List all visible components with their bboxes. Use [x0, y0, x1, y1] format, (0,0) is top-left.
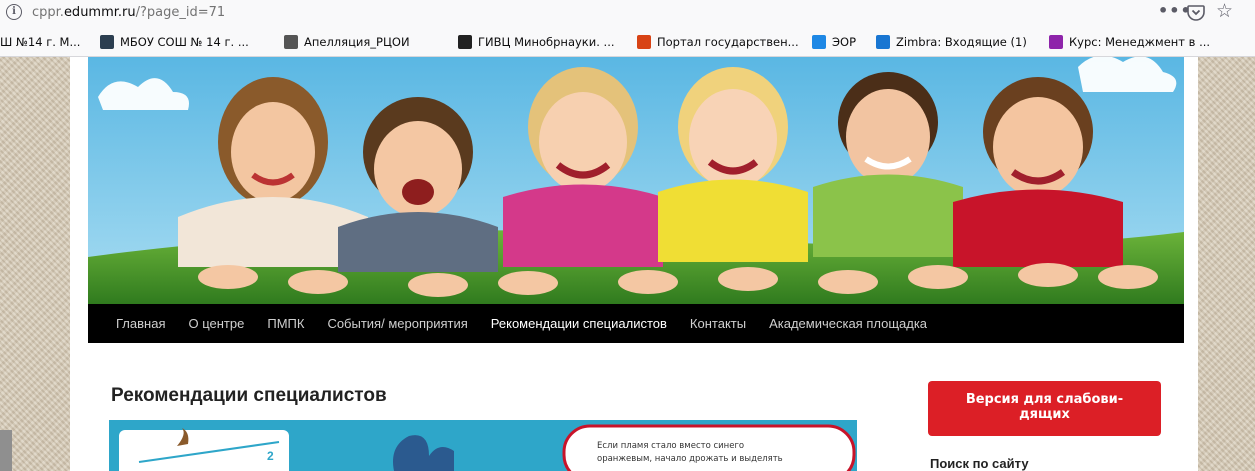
star-icon[interactable]: ☆: [1216, 0, 1233, 22]
page-title: Рекомендации специалистов: [111, 385, 387, 406]
nav-item[interactable]: ПМПК: [267, 304, 304, 343]
left-edge-strip: [0, 430, 12, 471]
page-container: Главная О центре ПМПК События/ мероприятия Р…: [70, 57, 1198, 471]
bookmark-label: Zimbra: Входящие (1): [896, 35, 1027, 49]
nav-item[interactable]: Контакты: [690, 304, 746, 343]
bookmark-item[interactable]: МБОУ СОШ № 14 г. ...: [100, 33, 249, 51]
globe-icon: [284, 35, 298, 49]
nav-item[interactable]: События/ мероприятия: [327, 304, 467, 343]
nav-item[interactable]: О центре: [188, 304, 244, 343]
bookmark-label: МБОУ СОШ № 14 г. ...: [120, 35, 249, 49]
nav-item[interactable]: Главная: [116, 304, 165, 343]
info-icon[interactable]: i: [6, 4, 22, 20]
bookmarks-toolbar: Ш №14 г. М... МБОУ СОШ № 14 г. ... Апелляц…: [0, 30, 1255, 54]
low-vision-version-button[interactable]: Версия для слабови- дящих: [928, 381, 1161, 436]
building-icon: [637, 35, 651, 49]
browser-chrome: i cppr.edummr.ru/?page_id=71 ••• ☆ Ш №14…: [0, 0, 1255, 57]
url-domain: edummr.ru: [63, 5, 136, 20]
zimbra-icon: [876, 35, 890, 49]
bookmark-label: Курс: Менеджмент в ...: [1069, 35, 1211, 49]
nav-item[interactable]: Рекомендации специалистов: [491, 304, 667, 343]
leaf-icon: [812, 35, 826, 49]
bookmark-label: Апелляция_РЦОИ: [304, 35, 410, 49]
bookmark-item[interactable]: Курс: Менеджмент в ...: [1049, 33, 1210, 51]
bookmark-label: ГИВЦ Минобрнауки. ...: [478, 35, 615, 49]
url-text[interactable]: cppr.edummr.ru/?page_id=71: [32, 4, 225, 22]
image-caption-line2: оранжевым, начало дрожать и выделять: [597, 454, 783, 464]
bookmark-item[interactable]: ГИВЦ Минобрнауки. ...: [458, 33, 615, 51]
search-heading: Поиск по сайту: [930, 456, 1029, 471]
pocket-icon[interactable]: [1187, 3, 1205, 21]
bookmark-label: Ш №14 г. М...: [0, 35, 81, 49]
url-path: /?page_id=71: [135, 5, 226, 20]
main-navigation: Главная О центре ПМПК События/ мероприятия Р…: [88, 304, 1184, 343]
school-logo-icon: [100, 35, 114, 49]
bookmark-item[interactable]: Zimbra: Входящие (1): [876, 33, 1027, 51]
article-image: 2 Если пламя стало вместо синего оранжев…: [109, 420, 857, 471]
bird-icon: [458, 35, 472, 49]
bookmark-item[interactable]: Ш №14 г. М...: [0, 33, 80, 51]
header-banner-image: [88, 57, 1184, 305]
course-icon: [1049, 35, 1063, 49]
bookmark-label: Портал государствен...: [657, 35, 799, 49]
low-vision-button-line2: дящих: [1019, 407, 1070, 422]
image-caption-line1: Если пламя стало вместо синего: [597, 441, 744, 451]
address-bar[interactable]: i cppr.edummr.ru/?page_id=71 ••• ☆: [0, 0, 1255, 26]
bookmark-item[interactable]: Портал государствен...: [637, 33, 799, 51]
bookmark-item[interactable]: Апелляция_РЦОИ: [284, 33, 410, 51]
bookmark-label: ЭОР: [832, 35, 857, 49]
low-vision-button-line1: Версия для слабови-: [965, 392, 1124, 407]
nav-item[interactable]: Академическая площадка: [769, 304, 927, 343]
bookmark-item[interactable]: ЭОР: [812, 33, 856, 51]
step-number: 2: [267, 449, 274, 463]
url-subdomain: cppr.: [32, 5, 64, 20]
